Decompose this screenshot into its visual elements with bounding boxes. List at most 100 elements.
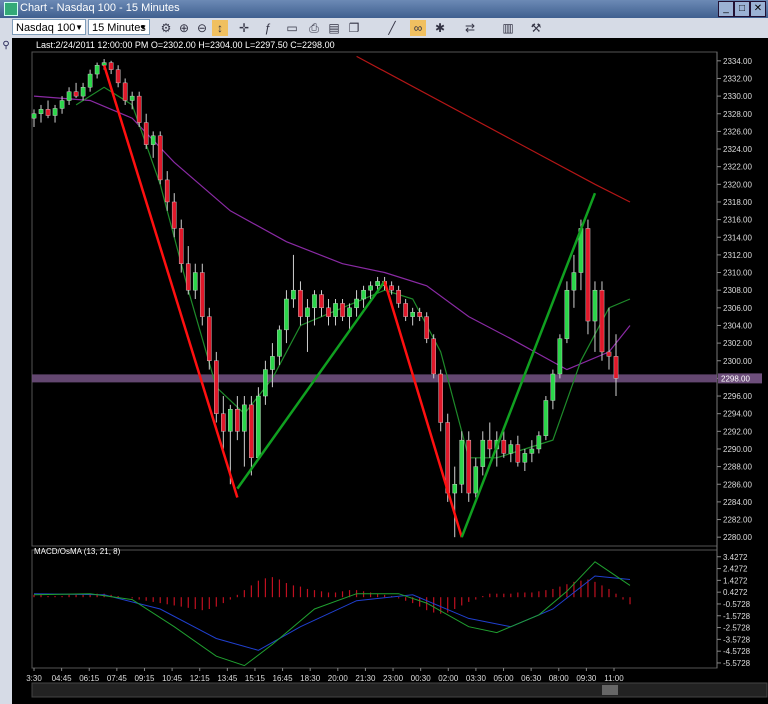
macd-tick-label: 3.4272 [723, 553, 748, 562]
candle-body [606, 351, 612, 357]
zoom-in-icon[interactable]: ⊕ [176, 20, 192, 36]
candle-body [592, 289, 598, 322]
market-icon[interactable]: ▥ [500, 20, 516, 36]
candle-body [403, 303, 408, 317]
interval-select[interactable]: 15 Minutes ▼ [88, 19, 150, 35]
x-tick-label: 08:00 [549, 674, 570, 683]
x-tick-label: 02:00 [438, 674, 459, 683]
window-title: Chart - Nasdaq 100 - 15 Minutes [20, 2, 180, 14]
candle-body [515, 444, 521, 463]
x-tick-label: 09:30 [576, 674, 597, 683]
candle-body [487, 439, 493, 450]
horizontal-scrollbar [31, 682, 768, 698]
crosshair-icon[interactable]: ✛ [236, 20, 252, 36]
candle-body [270, 356, 275, 370]
candle-body [256, 395, 261, 458]
x-tick-label: 03:30 [466, 674, 487, 683]
link-icon[interactable]: ∞ [410, 20, 426, 36]
object-icon[interactable]: ✱ [432, 20, 448, 36]
candle-body [214, 360, 219, 414]
x-tick-label: 06:30 [521, 674, 542, 683]
macd-tick-label: 1.4272 [723, 576, 748, 585]
macd-tick-label: 2.4272 [723, 565, 748, 574]
candle-body [361, 289, 366, 300]
compare-icon[interactable]: ⇄ [462, 20, 478, 36]
x-tick-label: 15:15 [245, 674, 266, 683]
y-tick-label: 2284.00 [723, 498, 752, 507]
candle-body [501, 439, 507, 454]
cursor-icon[interactable]: ↕ [212, 20, 228, 36]
last-price-label: 2298.00 [721, 374, 750, 383]
y-tick-label: 2302.00 [723, 339, 752, 348]
candle-body [45, 109, 51, 116]
print-icon[interactable]: ⎙ [306, 20, 322, 36]
candle-body [199, 272, 205, 317]
chart-area[interactable]: 2334.00 2332.00 2330.00 2328.00 2326.00 2324.… [12, 38, 768, 704]
candle-body [410, 312, 415, 317]
candle-body [368, 285, 373, 291]
zoom-out-icon[interactable]: ⊖ [194, 20, 210, 36]
y-tick-label: 2330.00 [723, 92, 752, 101]
minimize-button[interactable]: _ [718, 1, 734, 17]
save-icon[interactable]: ▤ [326, 20, 342, 36]
maximize-button[interactable]: □ [734, 1, 750, 17]
app-icon [4, 2, 18, 16]
candle-body [585, 228, 591, 322]
symbol-value: Nasdaq 100 [16, 22, 76, 34]
x-tick-label: 10:45 [162, 674, 183, 683]
y-tick-label: 2288.00 [723, 463, 752, 472]
template-icon[interactable]: ▭ [284, 20, 300, 36]
x-tick-label: 05:00 [494, 674, 515, 683]
candle-body [340, 303, 345, 317]
y-tick-label: 2304.00 [723, 321, 752, 330]
candle-body [417, 312, 422, 317]
toolbar: Nasdaq 100 ▼ 15 Minutes ▼ ⚙ ⊕ ⊖ ↕ ✛ ƒ ▭ ⎙ … [0, 18, 768, 39]
y-tick-label: 2328.00 [723, 110, 752, 119]
line-tool-icon[interactable]: ╱ [384, 20, 400, 36]
macd-tick-label: -1.5728 [723, 612, 751, 621]
y-tick-label: 2324.00 [723, 145, 752, 154]
scrollbar-thumb [602, 685, 618, 695]
close-button[interactable]: ✕ [750, 1, 766, 17]
candle-body [543, 400, 549, 436]
candle-body [38, 109, 44, 114]
candle-body [354, 298, 359, 309]
attach-icon[interactable]: ⚲ [0, 40, 12, 52]
candle-body [164, 179, 170, 203]
x-tick-label: 04:45 [52, 674, 73, 683]
macd-label: MACD/OsMA (13, 21, 8) [34, 547, 121, 556]
x-tick-label: 09:15 [134, 674, 155, 683]
candle-body [192, 272, 198, 291]
y-tick-label: 2308.00 [723, 286, 752, 295]
settings-icon[interactable]: ⚒ [528, 20, 544, 36]
candle-body [305, 307, 310, 317]
candle-body [52, 108, 58, 116]
symbol-select[interactable]: Nasdaq 100 ▼ [12, 19, 86, 35]
candle-body [59, 100, 65, 109]
y-tick-label: 2296.00 [723, 392, 752, 401]
interval-value: 15 Minutes [92, 22, 146, 34]
candle-body [508, 444, 514, 454]
candle-body [87, 73, 93, 88]
y-tick-label: 2318.00 [723, 198, 752, 207]
chart-svg[interactable]: 2334.00 2332.00 2330.00 2328.00 2326.00 2324.… [12, 38, 768, 704]
macd-tick-label: -5.5728 [723, 659, 751, 668]
candle-body [157, 135, 163, 181]
y-tick-label: 2314.00 [723, 233, 752, 242]
x-tick-label: 18:30 [300, 674, 321, 683]
candle-body [599, 289, 605, 353]
chart-settings-icon[interactable]: ⚙ [158, 20, 174, 36]
y-tick-label: 2310.00 [723, 269, 752, 278]
y-tick-label: 2332.00 [723, 74, 752, 83]
y-tick-label: 2292.00 [723, 427, 752, 436]
copy-icon[interactable]: ❐ [346, 20, 362, 36]
price-header: Last:2/24/2011 12:00:00 PM O=2302.00 H=2… [36, 40, 335, 50]
indicator-icon[interactable]: ƒ [260, 20, 276, 36]
x-tick-label: 07:45 [107, 674, 128, 683]
candle-body [550, 373, 556, 401]
candle-body [529, 448, 535, 454]
x-tick-label: 11:00 [604, 674, 624, 683]
candle-body [375, 281, 380, 286]
candle-body [536, 435, 542, 450]
candle-body [347, 307, 352, 317]
